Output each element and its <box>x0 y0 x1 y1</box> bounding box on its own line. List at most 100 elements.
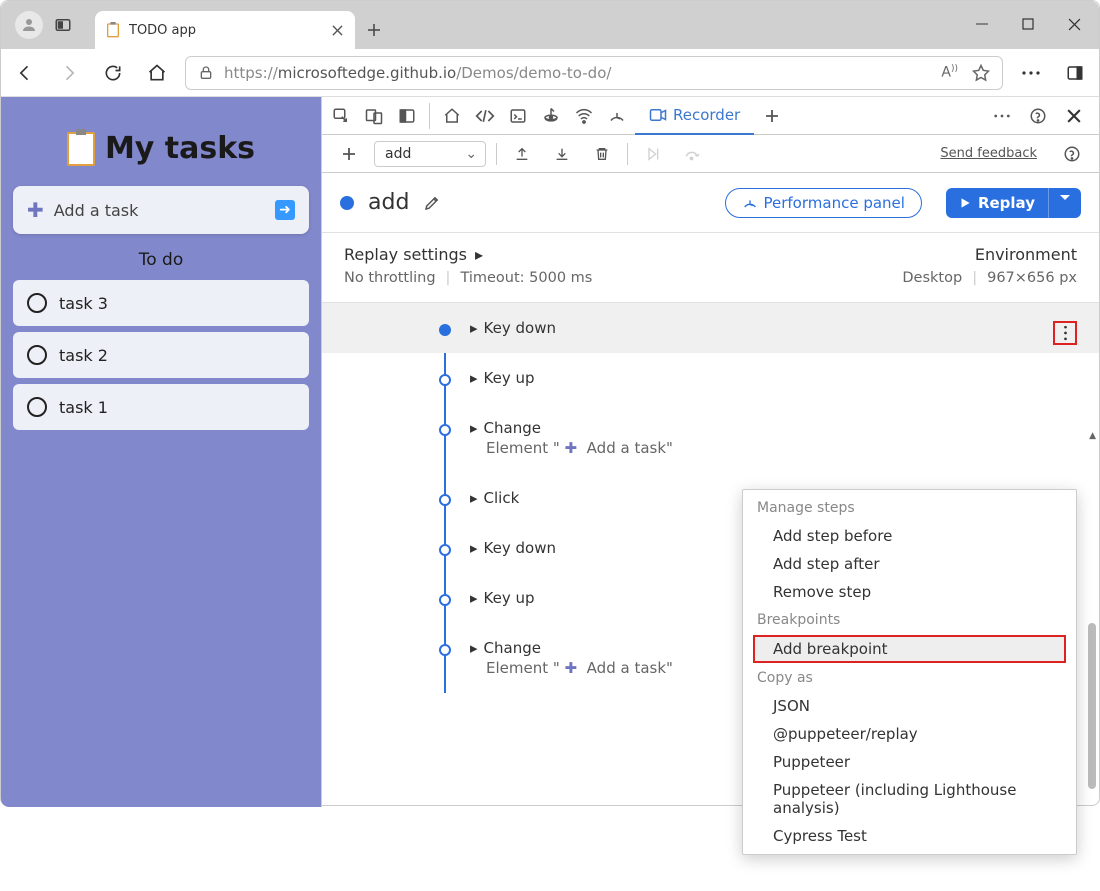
step-title: Change <box>484 639 541 657</box>
import-icon[interactable] <box>547 139 577 169</box>
ctx-remove-step[interactable]: Remove step <box>743 578 1076 606</box>
profile-icon[interactable] <box>15 11 43 39</box>
step-more-button[interactable] <box>1053 321 1077 345</box>
devtools-panel: Recorder add ⌄ Send feedback <box>321 97 1099 807</box>
console-tab-icon[interactable] <box>503 101 533 131</box>
perf-panel-label: Performance panel <box>764 194 905 212</box>
checkbox-icon[interactable] <box>27 345 47 365</box>
ctx-copy-puppeteer[interactable]: Puppeteer <box>743 748 1076 776</box>
sidebar-toggle-icon[interactable] <box>1059 57 1091 89</box>
recorder-help-icon[interactable] <box>1057 139 1087 169</box>
replay-button[interactable]: Replay <box>946 188 1049 218</box>
recording-name: add <box>368 190 409 215</box>
list-item[interactable]: task 2 <box>13 332 309 378</box>
clipboard-icon <box>67 132 95 166</box>
step-title: Change <box>484 419 541 437</box>
scrollbar[interactable]: ▲ <box>1085 431 1097 891</box>
list-item[interactable]: task 1 <box>13 384 309 430</box>
timeout-value: Timeout: 5000 ms <box>460 270 592 286</box>
send-feedback-link[interactable]: Send feedback <box>940 146 1037 161</box>
tab-actions-icon[interactable] <box>49 11 77 39</box>
continue-icon <box>638 139 668 169</box>
url-text: https://microsoftedge.github.io/Demos/de… <box>224 64 611 82</box>
recorder-toolbar: add ⌄ Send feedback <box>322 135 1099 173</box>
replay-settings-toggle[interactable]: Replay settings ▸ <box>344 245 592 264</box>
checkbox-icon[interactable] <box>27 397 47 417</box>
address-bar[interactable]: https://microsoftedge.github.io/Demos/de… <box>185 56 1003 90</box>
step-row[interactable]: ▸Key up <box>322 353 1099 403</box>
ctx-copy-cypress[interactable]: Cypress Test <box>743 822 1076 850</box>
section-label: To do <box>13 234 309 280</box>
browser-tab[interactable]: TODO app <box>95 11 355 49</box>
network-tab-icon[interactable] <box>569 101 599 131</box>
more-tabs-button[interactable] <box>757 101 787 131</box>
task-label: task 3 <box>59 294 108 313</box>
list-item[interactable]: task 3 <box>13 280 309 326</box>
step-row[interactable]: ▸Change Element " ✚ Add a task" <box>322 403 1099 473</box>
sources-tab-icon[interactable] <box>536 101 566 131</box>
welcome-tab-icon[interactable] <box>437 101 467 131</box>
devtools-toolbar: Recorder <box>322 97 1099 135</box>
ctx-copy-puppeteer-replay[interactable]: @puppeteer/replay <box>743 720 1076 748</box>
replay-label: Replay <box>978 194 1035 212</box>
inspect-icon[interactable] <box>326 101 356 131</box>
recorder-tab[interactable]: Recorder <box>635 97 754 135</box>
add-task-input[interactable]: ✚ Add a task ➜ <box>13 186 309 234</box>
ctx-copy-puppeteer-lighthouse[interactable]: Puppeteer (including Lighthouse analysis… <box>743 776 1076 822</box>
throttling-value: No throttling <box>344 270 436 286</box>
delete-icon[interactable] <box>587 139 617 169</box>
close-window-button[interactable] <box>1065 15 1083 33</box>
recording-selector-value: add <box>385 146 411 162</box>
help-icon[interactable] <box>1023 101 1053 131</box>
performance-tab-icon[interactable] <box>602 101 632 131</box>
home-button[interactable] <box>141 57 173 89</box>
site-info-icon[interactable] <box>198 65 214 81</box>
recorder-tab-label: Recorder <box>673 106 740 124</box>
maximize-button[interactable] <box>1019 15 1037 33</box>
ctx-header-copyas: Copy as <box>743 664 1076 692</box>
step-title: Key down <box>484 319 556 337</box>
caret-right-icon: ▸ <box>475 245 483 264</box>
devtools-more-icon[interactable] <box>987 101 1017 131</box>
refresh-button[interactable] <box>97 57 129 89</box>
settings-row: Replay settings ▸ No throttling | Timeou… <box>322 233 1099 303</box>
ctx-copy-json[interactable]: JSON <box>743 692 1076 720</box>
step-title: Key up <box>484 369 535 387</box>
step-over-icon <box>678 139 708 169</box>
recording-status-dot <box>340 196 354 210</box>
ctx-add-breakpoint[interactable]: Add breakpoint <box>753 635 1066 663</box>
forward-button <box>53 57 85 89</box>
ctx-header-breakpoints: Breakpoints <box>743 606 1076 634</box>
devtools-close-icon[interactable] <box>1059 101 1089 131</box>
new-tab-button[interactable] <box>355 11 393 49</box>
recording-selector[interactable]: add ⌄ <box>374 141 486 167</box>
close-tab-icon[interactable] <box>329 22 345 38</box>
replay-more-button[interactable] <box>1048 188 1081 218</box>
step-subtitle: Element " ✚ Add a task" <box>470 439 1099 457</box>
ctx-add-step-before[interactable]: Add step before <box>743 522 1076 550</box>
menu-button[interactable] <box>1015 57 1047 89</box>
recording-header: add Performance panel Replay <box>322 173 1099 233</box>
edit-icon[interactable] <box>423 194 441 212</box>
performance-panel-button[interactable]: Performance panel <box>725 188 922 218</box>
export-icon[interactable] <box>507 139 537 169</box>
clipboard-icon <box>105 22 121 38</box>
step-context-menu: Manage steps Add step before Add step af… <box>742 489 1077 855</box>
environment-label: Environment <box>975 245 1077 264</box>
step-row[interactable]: ▸ Key down <box>322 303 1099 353</box>
new-recording-button[interactable] <box>334 139 364 169</box>
elements-tab-icon[interactable] <box>470 101 500 131</box>
back-button[interactable] <box>9 57 41 89</box>
device-toggle-icon[interactable] <box>359 101 389 131</box>
minimize-button[interactable] <box>973 15 991 33</box>
checkbox-icon[interactable] <box>27 293 47 313</box>
favorite-icon[interactable] <box>972 64 990 82</box>
dock-icon[interactable] <box>392 101 422 131</box>
caret-right-icon: ▸ <box>470 319 478 337</box>
app-title: My tasks <box>105 131 255 166</box>
read-aloud-icon[interactable]: A)) <box>941 64 958 81</box>
ctx-add-step-after[interactable]: Add step after <box>743 550 1076 578</box>
plus-icon: ✚ <box>27 198 44 222</box>
submit-arrow-icon[interactable]: ➜ <box>275 200 295 220</box>
env-device: Desktop <box>902 270 962 286</box>
